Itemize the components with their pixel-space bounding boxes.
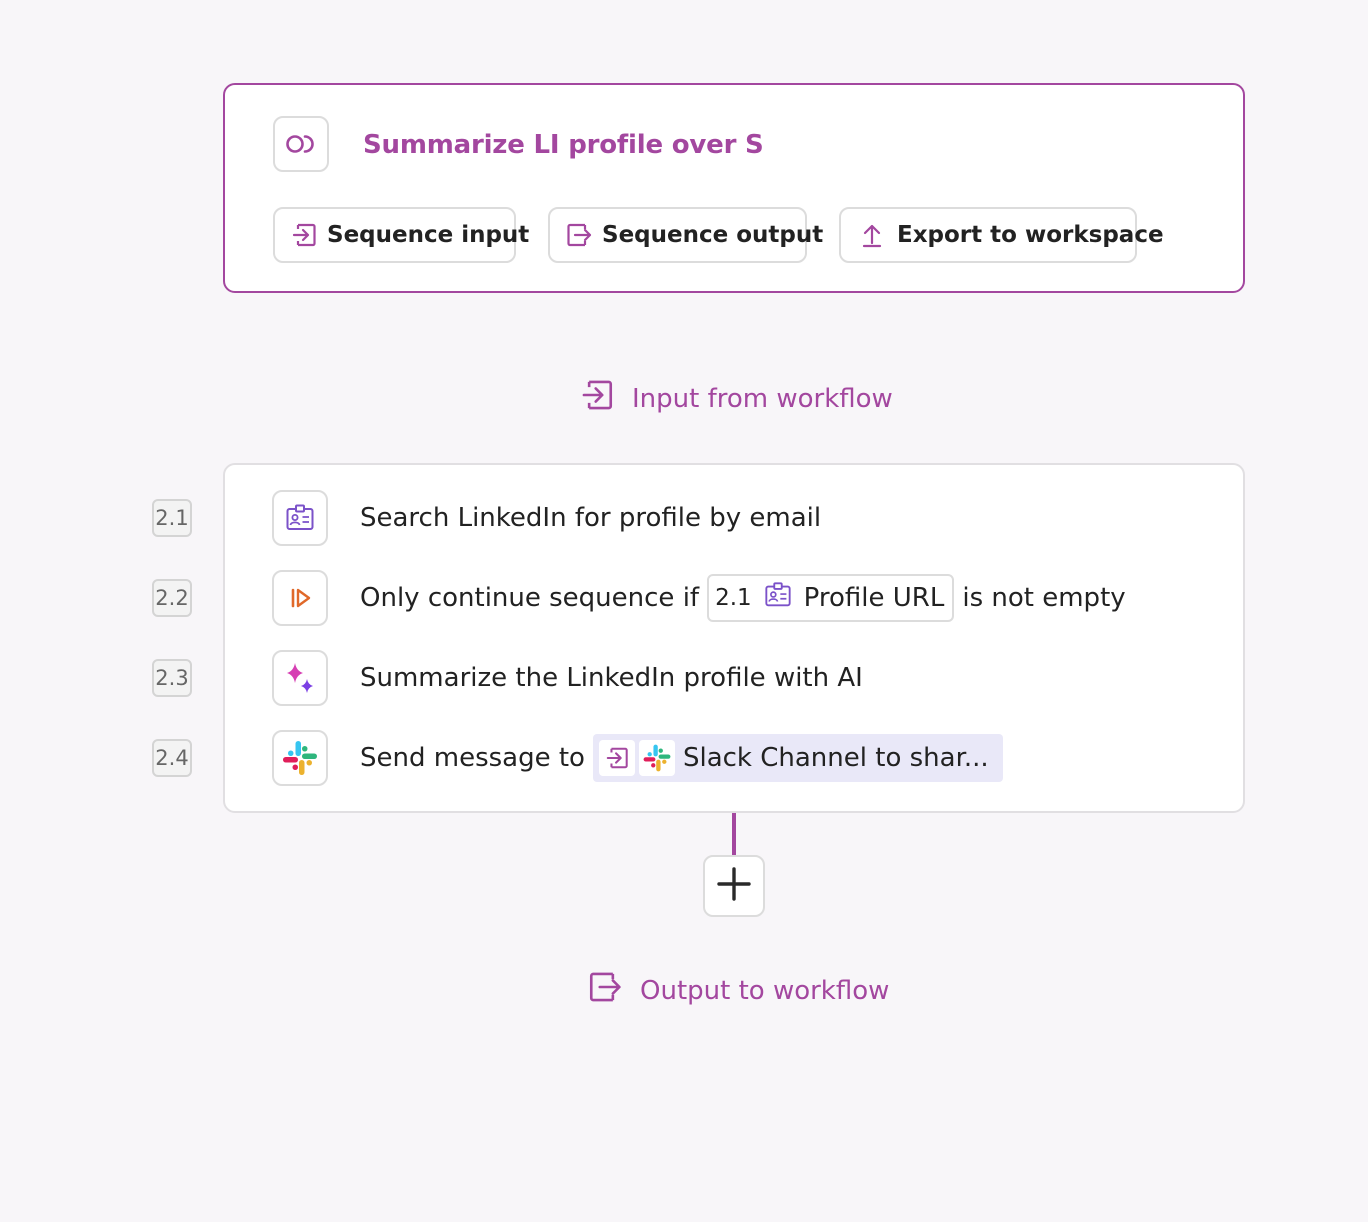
plus-icon [717, 867, 751, 905]
add-step-button[interactable] [703, 855, 765, 917]
input-arrow-icon [580, 378, 614, 419]
sequence-title[interactable]: Summarize LI profile over Slack [363, 125, 765, 165]
sequence-header-card: Summarize LI profile over Slack Sequence… [223, 83, 1245, 293]
reference-field: Profile URL [803, 583, 945, 613]
condition-prefix: Only continue sequence if [360, 583, 700, 613]
output-arrow-icon [566, 221, 592, 249]
conditional-continue-icon[interactable] [272, 570, 328, 626]
step-text[interactable]: Only continue sequence if 2.1 Profile UR… [360, 574, 1126, 622]
reference-chip[interactable]: 2.1 Profile URL [707, 574, 955, 622]
sequence-input-button[interactable]: Sequence input [273, 207, 529, 263]
step-text[interactable]: Send message to Slack Channel to shar... [360, 734, 1003, 782]
reference-step-number: 2.1 [715, 585, 752, 611]
sequence-icon [273, 116, 329, 172]
sequence-output-label: Sequence output [602, 222, 824, 248]
profile-card-icon [764, 581, 792, 616]
condition-suffix: is not empty [962, 583, 1126, 613]
step-text[interactable]: Summarize the LinkedIn profile with AI [360, 654, 863, 702]
input-from-workflow-label: Input from workflow [632, 383, 893, 414]
slack-icon [638, 740, 675, 776]
step-text[interactable]: Search LinkedIn for profile by email [360, 494, 821, 542]
step-number: 2.3 [152, 659, 192, 697]
sequence-canvas: Summarize LI profile over Slack Sequence… [0, 0, 1368, 1222]
profile-card-icon[interactable] [272, 490, 328, 546]
step-number: 2.4 [152, 739, 192, 777]
slack-channel-chip[interactable]: Slack Channel to shar... [592, 734, 1003, 782]
step-number: 2.1 [152, 499, 192, 537]
flow-connector [732, 813, 736, 855]
step-number: 2.2 [152, 579, 192, 617]
output-to-workflow[interactable]: Output to workflow [588, 970, 889, 1011]
slack-channel-label: Slack Channel to shar... [682, 743, 989, 773]
sequence-output-button[interactable]: Sequence output [548, 207, 823, 263]
input-from-workflow[interactable]: Input from workflow [580, 378, 893, 419]
sequence-input-label: Sequence input [327, 222, 530, 248]
export-to-workspace-button[interactable]: Export to workspace [839, 207, 1164, 263]
input-arrow-icon [598, 740, 635, 776]
send-message-prefix: Send message to [360, 743, 585, 773]
output-arrow-icon [588, 970, 622, 1011]
export-label: Export to workspace [897, 222, 1164, 248]
upload-arrow-icon [861, 221, 883, 249]
ai-sparkle-icon[interactable] [272, 650, 328, 706]
output-to-workflow-label: Output to workflow [640, 975, 890, 1006]
input-arrow-icon [291, 221, 317, 249]
slack-icon[interactable] [272, 730, 328, 786]
